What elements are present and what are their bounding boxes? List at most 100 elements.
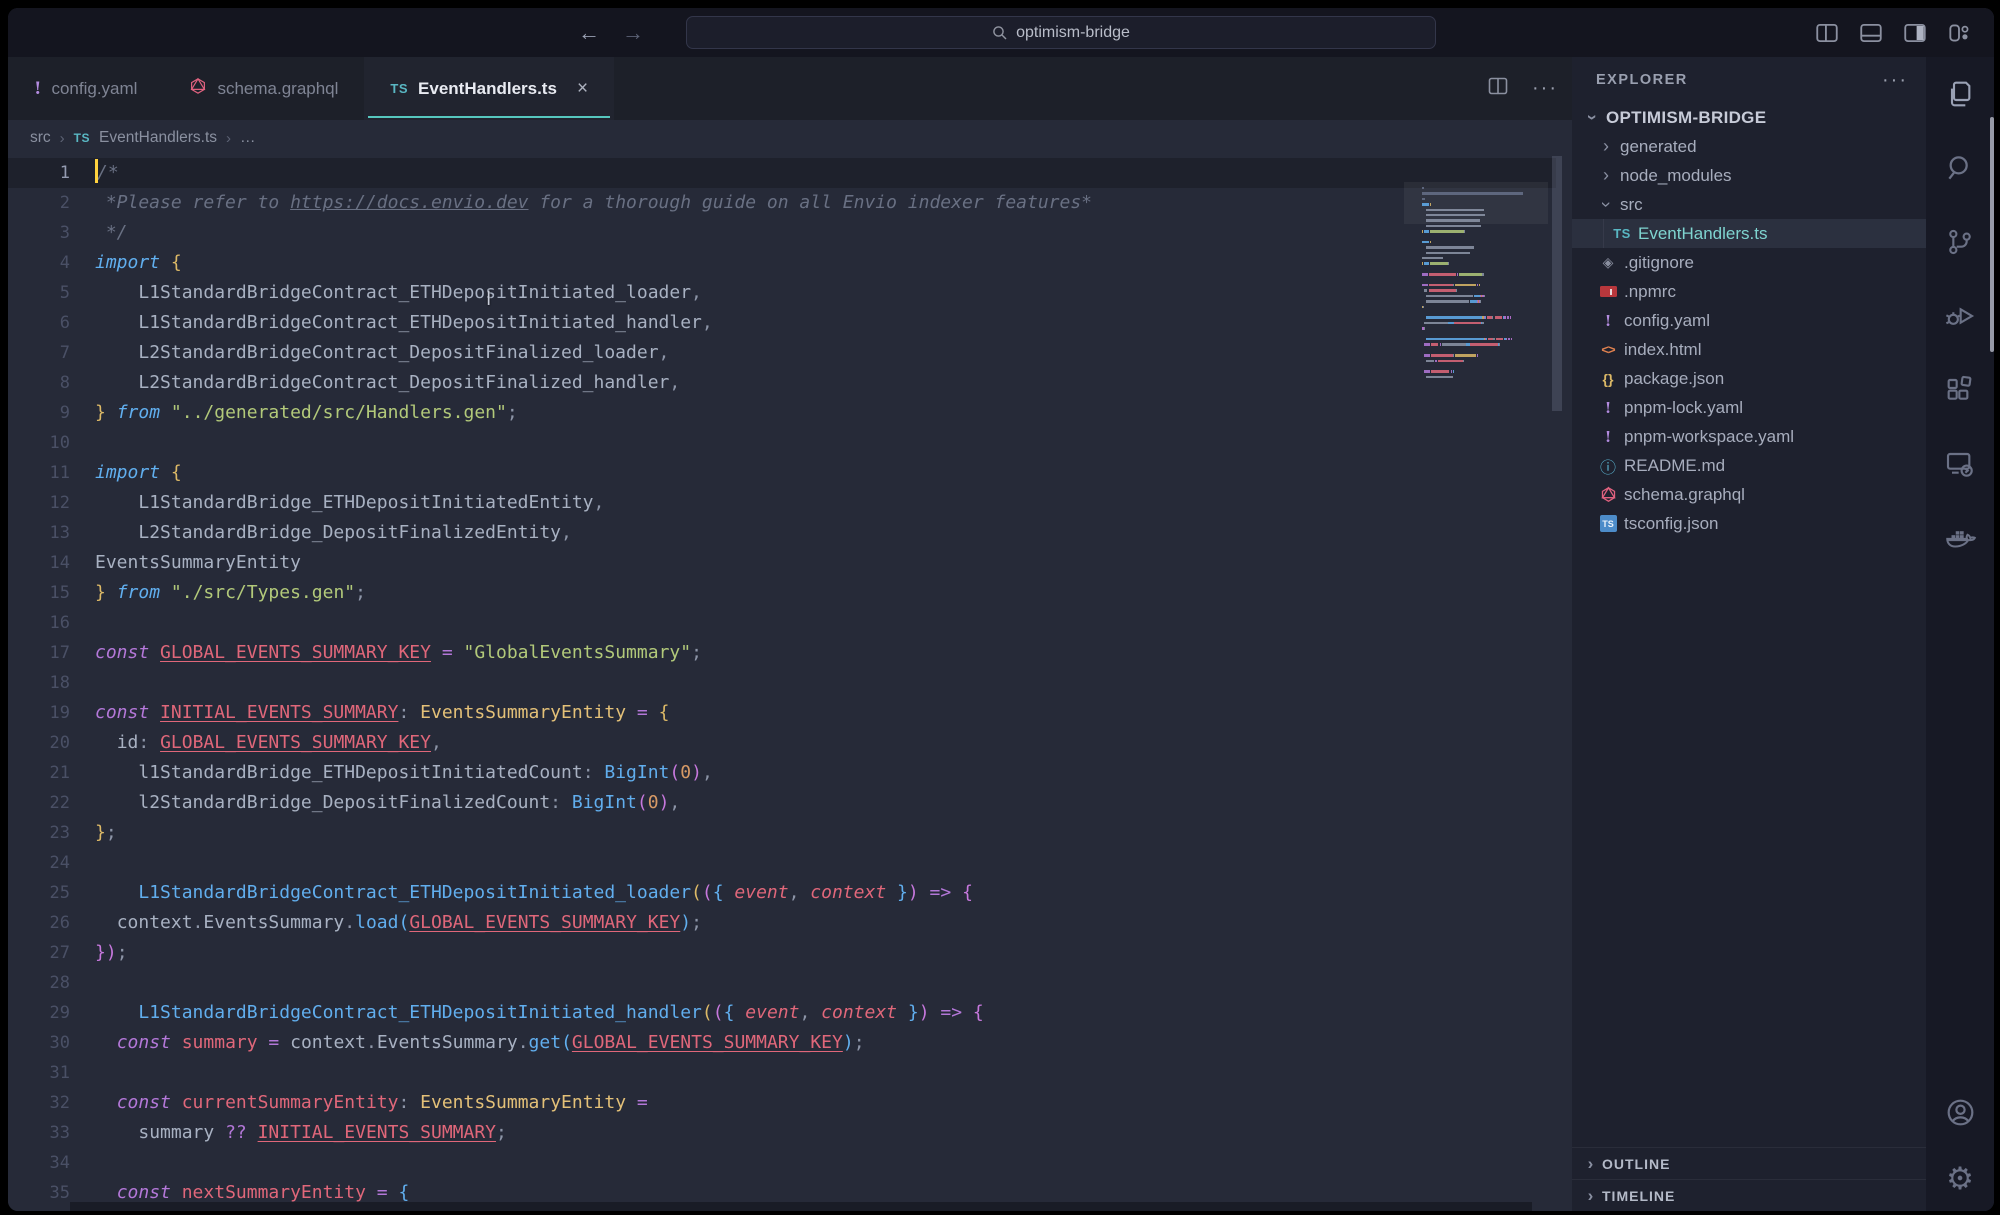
tree-item-pnpm-workspace-yaml[interactable]: !pnpm-workspace.yaml bbox=[1572, 422, 1926, 451]
code-lines: 1/*2 *Please refer to https://docs.envio… bbox=[8, 158, 1556, 1211]
line-number: 20 bbox=[8, 728, 70, 758]
tree-item-generated[interactable]: generated bbox=[1572, 132, 1926, 161]
code-line-9[interactable]: 9} from "../generated/src/Handlers.gen"; bbox=[8, 398, 1556, 428]
tree-item-pnpm-lock-yaml[interactable]: !pnpm-lock.yaml bbox=[1572, 393, 1926, 422]
code-line-1[interactable]: 1/* bbox=[8, 158, 1556, 188]
line-text: context.EventsSummary.load(GLOBAL_EVENTS… bbox=[70, 908, 702, 938]
tab-schema-graphql[interactable]: schema.graphql bbox=[163, 57, 364, 120]
code-line-21[interactable]: 21 l1StandardBridge_ETHDepositInitiatedC… bbox=[8, 758, 1556, 788]
code-line-22[interactable]: 22 l2StandardBridge_DepositFinalizedCoun… bbox=[8, 788, 1556, 818]
code-line-29[interactable]: 29 L1StandardBridgeContract_ETHDepositIn… bbox=[8, 998, 1556, 1028]
line-number: 12 bbox=[8, 488, 70, 518]
toggle-panel-icon[interactable] bbox=[1857, 19, 1884, 46]
docker-icon[interactable] bbox=[1926, 501, 1994, 575]
code-line-14[interactable]: 14EventsSummaryEntity bbox=[8, 548, 1556, 578]
section-outline[interactable]: OUTLINE bbox=[1572, 1147, 1926, 1179]
source-control-icon[interactable] bbox=[1926, 205, 1994, 279]
code-line-19[interactable]: 19const INITIAL_EVENTS_SUMMARY: EventsSu… bbox=[8, 698, 1556, 728]
tree-item-readme-md[interactable]: ⓘREADME.md bbox=[1572, 451, 1926, 480]
split-editor-icon[interactable] bbox=[1486, 74, 1510, 103]
tab-bar: ! config.yaml schema.graphql TS EventHan… bbox=[8, 57, 1572, 120]
code-line-11[interactable]: 11import { bbox=[8, 458, 1556, 488]
code-line-30[interactable]: 30 const summary = context.EventsSummary… bbox=[8, 1028, 1556, 1058]
code-line-8[interactable]: 8 L2StandardBridgeContract_DepositFinali… bbox=[8, 368, 1556, 398]
vscode-window: ← → optimism-bridge bbox=[8, 8, 1994, 1211]
tree-item-label: pnpm-workspace.yaml bbox=[1624, 427, 1794, 447]
code-line-5[interactable]: 5 L1StandardBridgeContract_ETHDepositIni… bbox=[8, 278, 1556, 308]
toggle-sidebar-left-icon[interactable] bbox=[1813, 19, 1840, 46]
line-text: const summary = context.EventsSummary.ge… bbox=[70, 1028, 865, 1058]
account-icon[interactable] bbox=[1926, 1079, 1994, 1145]
settings-icon[interactable]: ⚙ bbox=[1926, 1145, 1994, 1211]
more-actions-icon[interactable]: ··· bbox=[1532, 77, 1558, 100]
tab-config-yaml[interactable]: ! config.yaml bbox=[8, 57, 163, 120]
section-timeline[interactable]: TIMELINE bbox=[1572, 1179, 1926, 1211]
tree-item--npmrc[interactable]: .npmrc bbox=[1572, 277, 1926, 306]
code-line-10[interactable]: 10 bbox=[8, 428, 1556, 458]
tree-item-optimism-bridge[interactable]: OPTIMISM-BRIDGE bbox=[1572, 103, 1926, 132]
code-line-25[interactable]: 25 L1StandardBridgeContract_ETHDepositIn… bbox=[8, 878, 1556, 908]
tree-item-label: tsconfig.json bbox=[1624, 514, 1719, 534]
code-line-3[interactable]: 3 */ bbox=[8, 218, 1556, 248]
customize-layout-icon[interactable] bbox=[1945, 19, 1972, 46]
code-line-34[interactable]: 34 bbox=[8, 1148, 1556, 1178]
chevron-right-icon bbox=[1580, 1154, 1602, 1174]
chevron-down-icon bbox=[1582, 107, 1602, 128]
code-line-26[interactable]: 26 context.EventsSummary.load(GLOBAL_EVE… bbox=[8, 908, 1556, 938]
line-number: 7 bbox=[8, 338, 70, 368]
tab-eventhandlers-ts[interactable]: TS EventHandlers.ts × bbox=[364, 57, 614, 120]
scrollbar-thumb[interactable] bbox=[1552, 156, 1562, 411]
code-line-7[interactable]: 7 L2StandardBridgeContract_DepositFinali… bbox=[8, 338, 1556, 368]
code-line-20[interactable]: 20 id: GLOBAL_EVENTS_SUMMARY_KEY, bbox=[8, 728, 1556, 758]
tree-item-tsconfig-json[interactable]: TStsconfig.json bbox=[1572, 509, 1926, 538]
code-line-6[interactable]: 6 L1StandardBridgeContract_ETHDepositIni… bbox=[8, 308, 1556, 338]
code-line-31[interactable]: 31 bbox=[8, 1058, 1556, 1088]
tree-item--gitignore[interactable]: ◈.gitignore bbox=[1572, 248, 1926, 277]
explorer-more-icon[interactable]: ··· bbox=[1882, 69, 1908, 92]
run-debug-icon[interactable] bbox=[1926, 279, 1994, 353]
code-line-32[interactable]: 32 const currentSummaryEntity: EventsSum… bbox=[8, 1088, 1556, 1118]
breadcrumb-src[interactable]: src bbox=[30, 129, 51, 147]
breadcrumb-more[interactable]: … bbox=[240, 129, 256, 147]
search-icon[interactable] bbox=[1926, 131, 1994, 205]
horizontal-scrollbar[interactable] bbox=[70, 1202, 1532, 1211]
tree-item-node-modules[interactable]: node_modules bbox=[1572, 161, 1926, 190]
code-line-27[interactable]: 27}); bbox=[8, 938, 1556, 968]
tree-item-package-json[interactable]: {}package.json bbox=[1572, 364, 1926, 393]
code-line-13[interactable]: 13 L2StandardBridge_DepositFinalizedEnti… bbox=[8, 518, 1556, 548]
code-line-12[interactable]: 12 L1StandardBridge_ETHDepositInitiatedE… bbox=[8, 488, 1556, 518]
back-icon[interactable]: ← bbox=[578, 22, 600, 44]
code-line-23[interactable]: 23}; bbox=[8, 818, 1556, 848]
close-tab-icon[interactable]: × bbox=[577, 78, 588, 100]
code-line-16[interactable]: 16 bbox=[8, 608, 1556, 638]
minimap[interactable] bbox=[1422, 156, 1542, 1211]
code-line-15[interactable]: 15} from "./src/Types.gen"; bbox=[8, 578, 1556, 608]
git-icon: ◈ bbox=[1603, 254, 1614, 271]
tree-item-config-yaml[interactable]: !config.yaml bbox=[1572, 306, 1926, 335]
tree-item-src[interactable]: src bbox=[1572, 190, 1926, 219]
remote-explorer-icon[interactable] bbox=[1926, 427, 1994, 501]
code-line-18[interactable]: 18 bbox=[8, 668, 1556, 698]
forward-icon[interactable]: → bbox=[622, 22, 644, 44]
code-line-2[interactable]: 2 *Please refer to https://docs.envio.de… bbox=[8, 188, 1556, 218]
code-line-24[interactable]: 24 bbox=[8, 848, 1556, 878]
extensions-icon[interactable] bbox=[1926, 353, 1994, 427]
breadcrumb-file[interactable]: EventHandlers.ts bbox=[99, 129, 217, 147]
toggle-sidebar-right-icon[interactable] bbox=[1901, 19, 1928, 46]
tree-item-eventhandlers-ts[interactable]: TSEventHandlers.ts bbox=[1572, 219, 1926, 248]
code-editor[interactable]: 1/*2 *Please refer to https://docs.envio… bbox=[8, 156, 1572, 1211]
editor-scrollbar[interactable] bbox=[1550, 156, 1564, 1211]
typescript-icon: TS bbox=[1613, 226, 1631, 241]
code-line-33[interactable]: 33 summary ?? INITIAL_EVENTS_SUMMARY; bbox=[8, 1118, 1556, 1148]
tree-item-index-html[interactable]: <>index.html bbox=[1572, 335, 1926, 364]
yaml-exclaim-icon: ! bbox=[34, 79, 41, 99]
explorer-icon[interactable] bbox=[1926, 57, 1994, 131]
breadcrumb[interactable]: src › TS EventHandlers.ts › … bbox=[8, 120, 1572, 156]
tree-item-schema-graphql[interactable]: schema.graphql bbox=[1572, 480, 1926, 509]
code-line-17[interactable]: 17const GLOBAL_EVENTS_SUMMARY_KEY = "Glo… bbox=[8, 638, 1556, 668]
line-text: L2StandardBridgeContract_DepositFinalize… bbox=[70, 368, 680, 398]
active-view-indicator bbox=[1990, 117, 1994, 352]
code-line-28[interactable]: 28 bbox=[8, 968, 1556, 998]
command-center-search[interactable]: optimism-bridge bbox=[686, 16, 1436, 49]
code-line-4[interactable]: 4import { bbox=[8, 248, 1556, 278]
